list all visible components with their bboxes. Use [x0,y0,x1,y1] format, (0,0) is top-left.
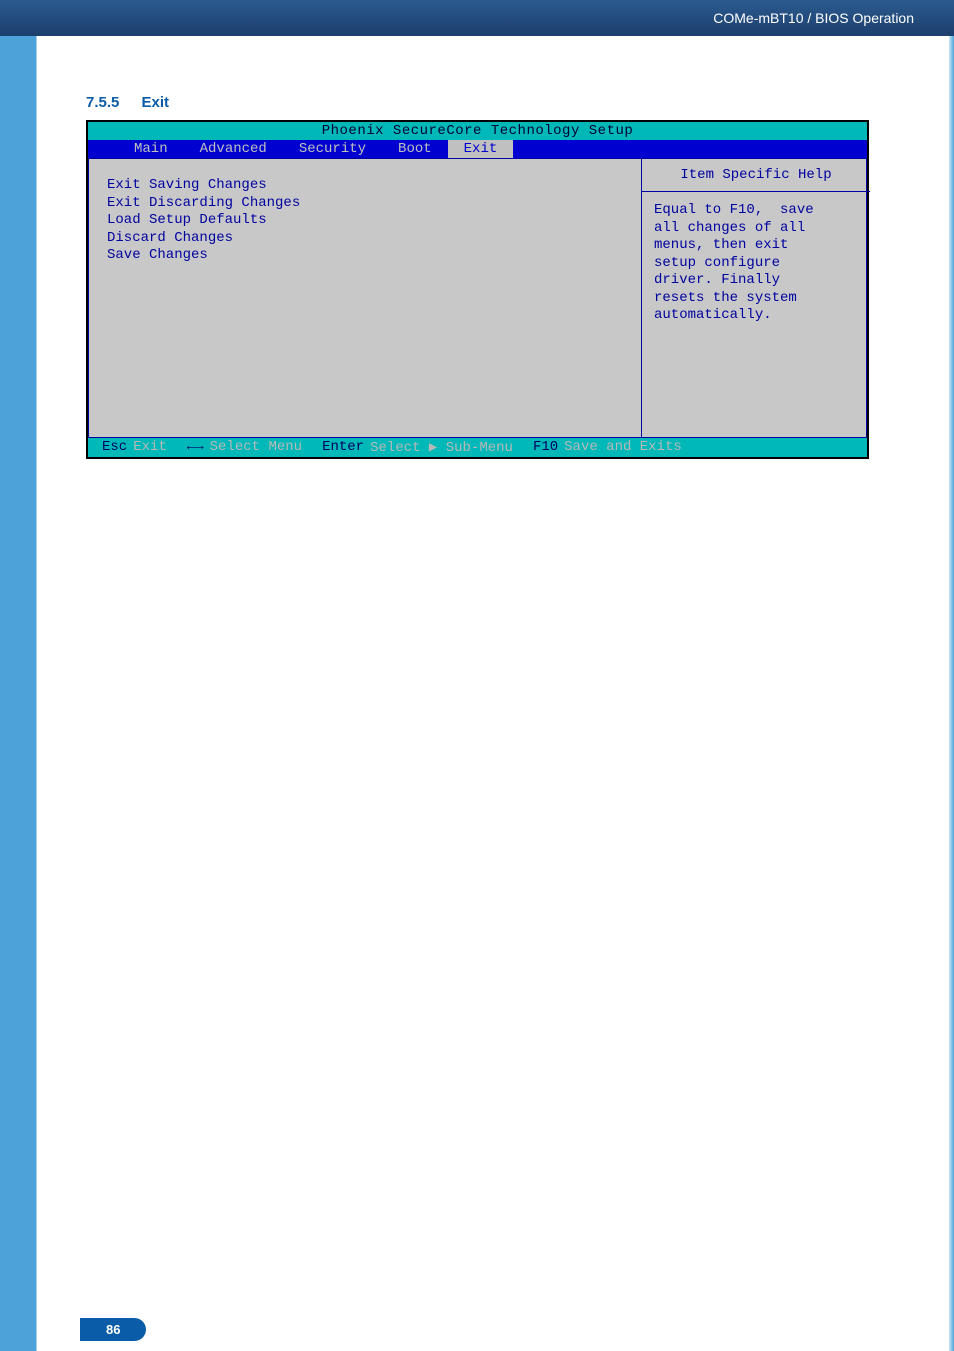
bios-body: Exit Saving Changes Exit Discarding Chan… [88,158,867,438]
page-header: COMe-mBT10 / BIOS Operation [0,0,954,36]
menu-item-exit-saving[interactable]: Exit Saving Changes [107,177,633,195]
footer-label-select-submenu: Select ▶ Sub-Menu [370,439,513,456]
tab-advanced[interactable]: Advanced [184,140,283,158]
footer-label-select-menu: Select Menu [210,439,302,456]
bios-window: Phoenix SecureCore Technology Setup Main… [86,120,869,459]
left-side-stripe [0,36,36,1351]
help-body: Equal to F10, save all changes of all me… [654,202,858,325]
footer-label-save-exits: Save and Exits [564,439,682,456]
right-side-stripe [949,36,954,1351]
section-number: 7.5.5 [86,94,119,111]
bios-menu-panel: Exit Saving Changes Exit Discarding Chan… [88,158,642,438]
footer-key-esc: Esc [102,439,127,456]
bios-title-bar: Phoenix SecureCore Technology Setup [88,122,867,140]
tab-security[interactable]: Security [283,140,382,158]
tab-boot[interactable]: Boot [382,140,448,158]
menu-item-discard-changes[interactable]: Discard Changes [107,230,633,248]
bios-tab-bar: Main Advanced Security Boot Exit [88,140,867,158]
menu-item-exit-discarding[interactable]: Exit Discarding Changes [107,195,633,213]
page-footer: 86 [0,1309,954,1351]
tab-main[interactable]: Main [118,140,184,158]
help-divider [642,191,870,192]
bios-footer-bar: Esc Exit ←→ Select Menu Enter Select ▶ S… [88,438,867,457]
page-number-badge: 86 [80,1318,146,1341]
footer-label-exit: Exit [133,439,167,456]
footer-key-f10: F10 [533,439,558,456]
tab-exit[interactable]: Exit [448,140,514,158]
bios-help-panel: Item Specific Help Equal to F10, save al… [642,158,867,438]
arrow-icon: ←→ [187,439,204,456]
section-heading: 7.5.5 Exit [86,94,169,111]
menu-item-load-defaults[interactable]: Load Setup Defaults [107,212,633,230]
menu-item-save-changes[interactable]: Save Changes [107,247,633,265]
footer-key-enter: Enter [322,439,364,456]
breadcrumb: COMe-mBT10 / BIOS Operation [713,10,914,26]
section-title-text: Exit [142,94,170,111]
help-title: Item Specific Help [654,167,858,191]
